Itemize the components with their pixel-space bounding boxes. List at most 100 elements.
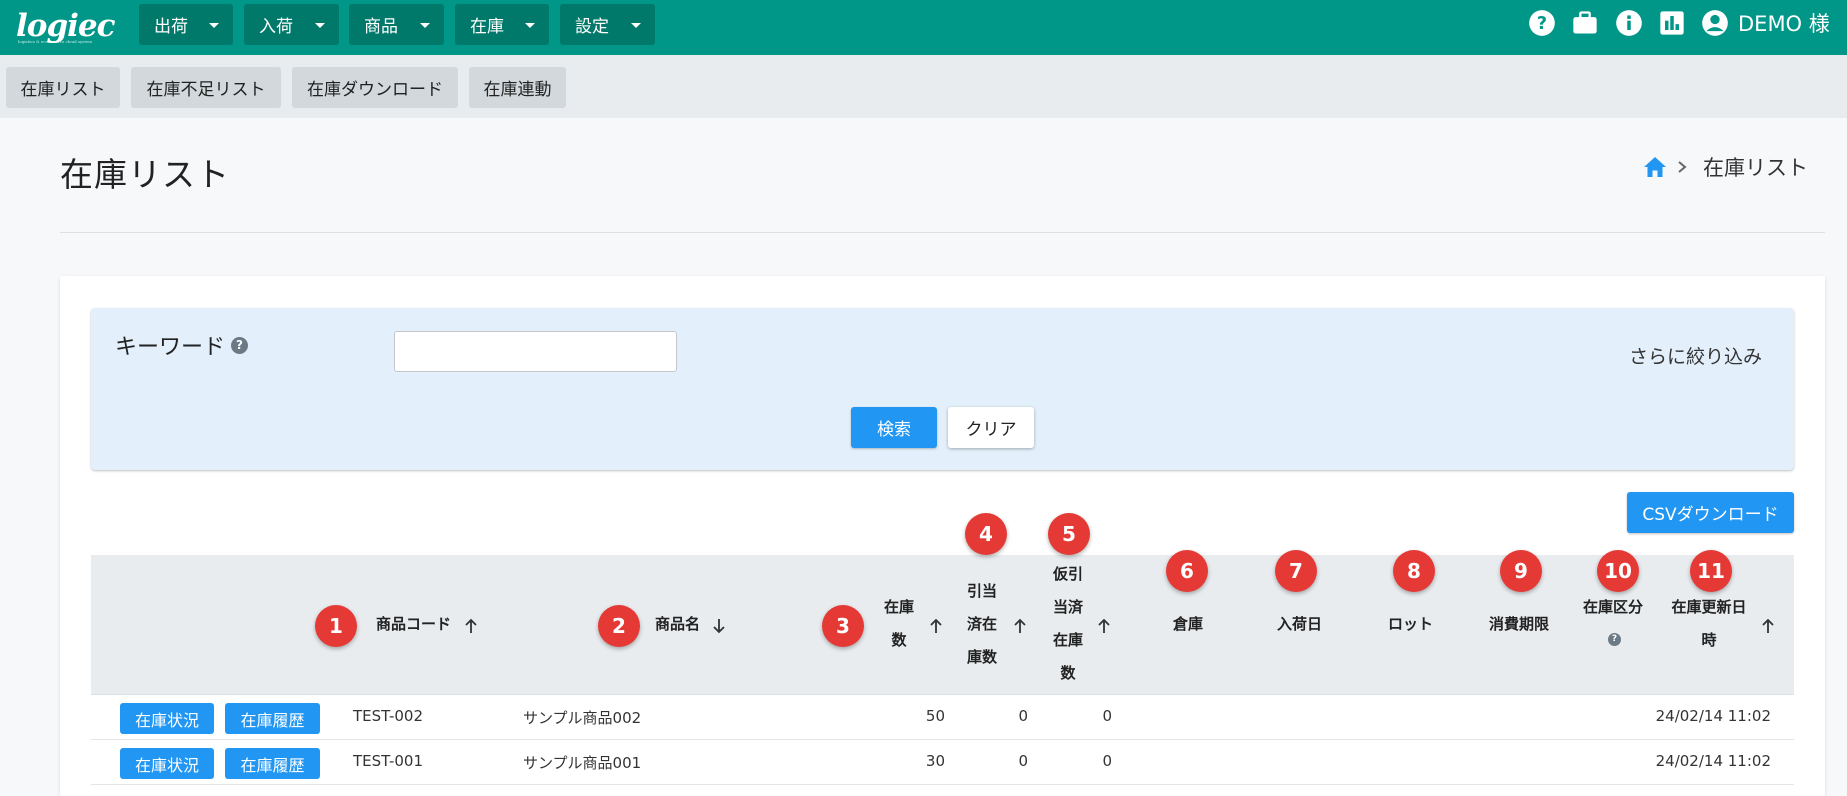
nav-menu-label: 入荷 xyxy=(259,17,293,37)
sort-asc-icon[interactable] xyxy=(1096,617,1112,635)
home-icon[interactable] xyxy=(1643,156,1667,178)
cell-product-name: サンプル商品001 xyxy=(523,754,642,772)
col-stock-qty-line: 数 xyxy=(891,631,907,649)
breadcrumb-current: 在庫リスト xyxy=(1703,156,1808,180)
subnav-stock-shortage[interactable]: 在庫不足リスト xyxy=(131,67,281,108)
caret-down-icon xyxy=(631,23,641,28)
cell-product-name: サンプル商品002 xyxy=(523,709,642,727)
col-lot[interactable]: ロット xyxy=(1388,608,1433,641)
nav-menu-label: 出荷 xyxy=(154,17,188,37)
caret-down-icon xyxy=(420,23,430,28)
cell-allocated-qty: 0 xyxy=(1018,752,1028,770)
cell-allocated-qty: 0 xyxy=(1018,707,1028,725)
nav-menu-products[interactable]: 商品 xyxy=(349,4,444,45)
callout-badge-7: 7 xyxy=(1275,550,1317,592)
cell-product-code: TEST-002 xyxy=(353,707,423,725)
table-row: 在庫状況 在庫履歴 TEST-001 サンプル商品001 30 0 0 24/0… xyxy=(91,740,1794,785)
caret-down-icon xyxy=(209,23,219,28)
col-product-code[interactable]: 商品コード xyxy=(376,608,451,641)
keyword-label-text: キーワード xyxy=(115,335,226,360)
nav-menu-receiving[interactable]: 入荷 xyxy=(244,4,339,45)
cell-updated-at: 24/02/14 11:02 xyxy=(1655,707,1771,725)
help-circle-icon[interactable]: ? xyxy=(231,336,249,354)
callout-badge-10: 10 xyxy=(1597,550,1639,592)
col-provisional-qty-line: 数 xyxy=(1060,664,1076,682)
logo[interactable]: logiec logistics & ecommerce cloud system xyxy=(16,8,116,44)
col-allocated-qty[interactable]: 引当 済在 庫数 xyxy=(965,575,999,674)
cell-product-code: TEST-001 xyxy=(353,752,423,770)
more-filter-toggle[interactable]: さらに絞り込み xyxy=(1629,342,1762,369)
caret-down-icon xyxy=(315,23,325,28)
caret-down-icon xyxy=(525,23,535,28)
sort-asc-icon[interactable] xyxy=(928,617,944,635)
stock-history-button[interactable]: 在庫履歴 xyxy=(225,703,320,734)
svg-text:?: ? xyxy=(1537,14,1547,34)
top-navbar: logiec logistics & ecommerce cloud system… xyxy=(0,0,1847,55)
csv-download-button[interactable]: CSVダウンロード xyxy=(1627,492,1794,533)
col-updated-at-line: 在庫更新日 xyxy=(1671,598,1747,616)
col-product-name[interactable]: 商品名 xyxy=(655,608,700,641)
callout-badge-1: 1 xyxy=(315,605,357,647)
sort-asc-icon[interactable] xyxy=(1760,617,1776,635)
stock-status-button[interactable]: 在庫状況 xyxy=(120,748,214,779)
col-stock-qty[interactable]: 在庫 数 xyxy=(882,591,916,657)
divider xyxy=(60,232,1825,233)
sort-desc-icon[interactable] xyxy=(711,617,727,635)
sort-asc-icon[interactable] xyxy=(1012,617,1028,635)
help-circle-icon[interactable]: ? xyxy=(1608,633,1621,646)
callout-badge-6: 6 xyxy=(1166,550,1208,592)
col-allocated-qty-line: 済在 xyxy=(966,615,997,633)
col-arrival-date[interactable]: 入荷日 xyxy=(1277,608,1322,641)
cell-provisional-qty: 0 xyxy=(1102,752,1112,770)
keyword-input[interactable] xyxy=(394,331,677,372)
col-provisional-qty-line: 当済 xyxy=(1052,598,1083,616)
logo-tagline: logistics & ecommerce cloud system xyxy=(18,39,93,44)
col-allocated-qty-line: 引当 xyxy=(966,582,997,600)
help-icon[interactable]: ? xyxy=(1528,9,1556,37)
nav-menu-label: 在庫 xyxy=(470,17,504,37)
cell-provisional-qty: 0 xyxy=(1102,707,1112,725)
col-expiry[interactable]: 消費期限 xyxy=(1489,608,1549,641)
chevron-right-icon xyxy=(1678,161,1687,173)
sort-asc-icon[interactable] xyxy=(463,617,479,635)
nav-menu-settings[interactable]: 設定 xyxy=(560,4,655,45)
callout-badge-2: 2 xyxy=(598,605,640,647)
cell-updated-at: 24/02/14 11:02 xyxy=(1655,752,1771,770)
subnav-stock-list[interactable]: 在庫リスト xyxy=(6,67,120,108)
nav-menu-label: 設定 xyxy=(575,17,609,37)
keyword-label: キーワード? xyxy=(115,329,249,361)
col-stock-class[interactable]: 在庫区分 xyxy=(1583,591,1643,624)
callout-badge-11: 11 xyxy=(1690,550,1732,592)
cell-stock-qty: 50 xyxy=(925,707,945,725)
callout-badge-5: 5 xyxy=(1048,513,1090,555)
col-provisional-qty-line: 仮引 xyxy=(1052,565,1083,583)
cell-stock-qty: 30 xyxy=(925,752,945,770)
briefcase-icon[interactable] xyxy=(1571,9,1599,37)
col-warehouse[interactable]: 倉庫 xyxy=(1173,608,1203,641)
subnav-stock-sync[interactable]: 在庫連動 xyxy=(469,67,566,108)
stock-history-button[interactable]: 在庫履歴 xyxy=(225,748,320,779)
nav-menu-inventory[interactable]: 在庫 xyxy=(455,4,549,45)
col-updated-at[interactable]: 在庫更新日 時 xyxy=(1669,591,1749,657)
col-provisional-qty[interactable]: 仮引 当済 在庫 数 xyxy=(1051,558,1085,690)
col-stock-qty-line: 在庫 xyxy=(883,598,914,616)
page-title: 在庫リスト xyxy=(60,155,230,194)
table-row: 在庫状況 在庫履歴 TEST-002 サンプル商品002 50 0 0 24/0… xyxy=(91,695,1794,740)
account-icon[interactable] xyxy=(1701,9,1729,37)
user-name[interactable]: DEMO 様 xyxy=(1738,8,1830,38)
sub-navbar: 在庫リスト 在庫不足リスト 在庫ダウンロード 在庫連動 xyxy=(0,55,1847,118)
callout-badge-9: 9 xyxy=(1500,550,1542,592)
search-button[interactable]: 検索 xyxy=(851,407,937,448)
callout-badge-3: 3 xyxy=(822,605,864,647)
nav-menu-shipping[interactable]: 出荷 xyxy=(139,4,233,45)
nav-menu-label: 商品 xyxy=(364,17,398,37)
callout-badge-8: 8 xyxy=(1393,550,1435,592)
info-icon[interactable] xyxy=(1615,9,1643,37)
col-allocated-qty-line: 庫数 xyxy=(966,648,997,666)
bar-chart-icon[interactable] xyxy=(1658,9,1686,37)
col-updated-at-line: 時 xyxy=(1701,631,1717,649)
clear-button[interactable]: クリア xyxy=(948,407,1034,448)
subnav-stock-download[interactable]: 在庫ダウンロード xyxy=(292,67,458,108)
stock-status-button[interactable]: 在庫状況 xyxy=(120,703,214,734)
col-provisional-qty-line: 在庫 xyxy=(1052,631,1083,649)
